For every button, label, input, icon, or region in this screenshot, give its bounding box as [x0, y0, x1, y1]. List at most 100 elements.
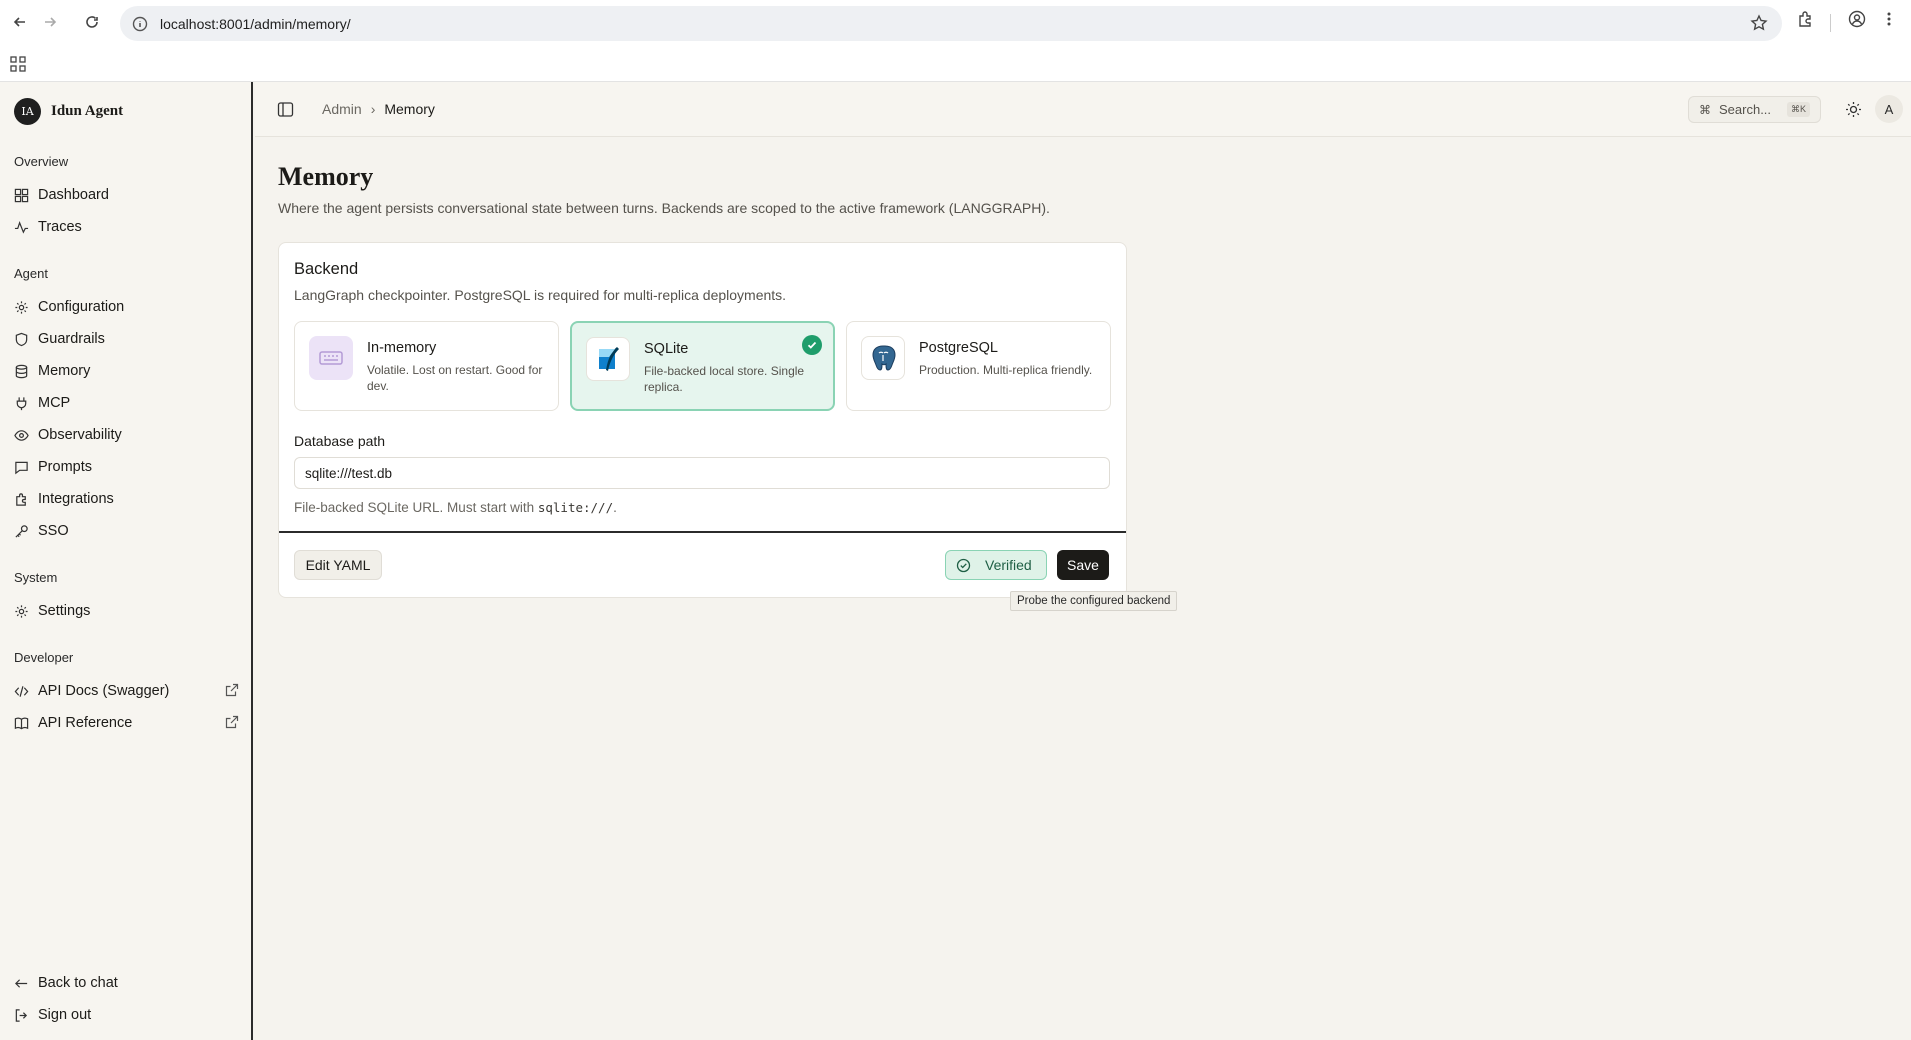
- sidebar-item-sso[interactable]: SSO: [14, 518, 239, 544]
- forward-arrow-icon[interactable]: [38, 10, 62, 34]
- database-path-help: File-backed SQLite URL. Must start with …: [294, 500, 617, 515]
- sidebar-item-label: API Reference: [38, 715, 133, 731]
- extensions-icon[interactable]: [1796, 10, 1814, 28]
- option-title: In-memory: [367, 340, 437, 356]
- sidebar-item-prompts[interactable]: Prompts: [14, 454, 239, 480]
- option-title: PostgreSQL: [919, 340, 998, 356]
- arrow-left-icon: [15, 978, 28, 988]
- address-bar[interactable]: localhost:8001/admin/memory/: [120, 6, 1782, 41]
- breadcrumb-current: Memory: [384, 101, 435, 117]
- back-arrow-icon[interactable]: [8, 10, 32, 34]
- option-description: Volatile. Lost on restart. Good for dev.: [367, 363, 543, 393]
- check-circle-icon: [956, 558, 971, 572]
- sidebar-item-api-reference[interactable]: API Reference: [14, 710, 239, 736]
- breadcrumb-admin[interactable]: Admin: [322, 101, 362, 117]
- message-icon: [15, 461, 28, 474]
- search-button[interactable]: ⌘ Search... ⌘K: [1688, 96, 1821, 123]
- toolbar-divider: [1830, 14, 1831, 32]
- option-in-memory[interactable]: In-memory Volatile. Lost on restart. Goo…: [294, 321, 559, 411]
- apps-grid-icon[interactable]: [10, 56, 26, 72]
- postgresql-logo-icon: [861, 336, 905, 380]
- profile-icon[interactable]: [1848, 10, 1866, 28]
- external-link-icon: [225, 683, 239, 697]
- url-text[interactable]: localhost:8001/admin/memory/: [160, 16, 351, 32]
- memory-chip-icon: [309, 336, 353, 380]
- back-to-chat-label: Back to chat: [38, 975, 118, 991]
- eye-icon: [14, 429, 29, 441]
- sidebar-item-traces[interactable]: Traces: [14, 214, 239, 240]
- card-footer-divider: [279, 531, 1126, 533]
- sidebar-item-integrations[interactable]: Integrations: [14, 486, 239, 512]
- sidebar-item-label: Dashboard: [38, 187, 109, 203]
- sun-icon[interactable]: [1845, 101, 1862, 118]
- breadcrumb: Admin › Memory: [322, 101, 435, 117]
- sidebar-item-guardrails[interactable]: Guardrails: [14, 326, 239, 352]
- plug-icon: [16, 396, 27, 410]
- sqlite-logo-icon: [586, 337, 630, 381]
- puzzle-icon: [16, 492, 26, 506]
- verified-label: Verified: [985, 557, 1032, 573]
- sidebar-item-label: Guardrails: [38, 331, 105, 347]
- search-label: Search...: [1719, 102, 1772, 117]
- reload-icon[interactable]: [80, 10, 104, 34]
- sign-out-icon: [15, 1008, 28, 1022]
- option-description: File-backed local store. Single replica.: [644, 364, 805, 394]
- topbar: Admin › Memory ⌘ Search... ⌘K A: [255, 82, 1911, 137]
- sidebar-item-label: API Docs (Swagger): [38, 683, 170, 699]
- brand[interactable]: IA Idun Agent: [14, 98, 123, 125]
- sidebar: IA Idun Agent Overview Dashboard Traces …: [0, 82, 253, 1040]
- browser-menu-icon[interactable]: [1886, 10, 1892, 28]
- section-overview: Overview: [14, 154, 69, 169]
- browser-toolbar: localhost:8001/admin/memory/: [0, 0, 1911, 48]
- gear-icon: [15, 604, 28, 618]
- activity-icon: [14, 220, 29, 234]
- sidebar-toggle-icon[interactable]: [277, 101, 294, 118]
- sidebar-item-label: Memory: [38, 363, 91, 379]
- probe-tooltip: Probe the configured backend: [1010, 591, 1178, 611]
- sidebar-item-observability[interactable]: Observability: [14, 422, 239, 448]
- sidebar-item-label: SSO: [38, 523, 69, 539]
- section-system: System: [14, 570, 58, 585]
- site-info-icon[interactable]: [132, 16, 148, 32]
- key-icon: [15, 524, 28, 538]
- section-agent: Agent: [14, 266, 48, 281]
- sidebar-item-mcp[interactable]: MCP: [14, 390, 239, 416]
- help-suffix: .: [613, 500, 617, 515]
- option-description: Production. Multi-replica friendly.: [919, 363, 1093, 377]
- section-developer: Developer: [14, 650, 74, 665]
- code-icon: [14, 685, 29, 697]
- back-to-chat-link[interactable]: Back to chat: [14, 970, 239, 996]
- backend-description: LangGraph checkpointer. PostgreSQL is re…: [294, 287, 787, 303]
- sidebar-item-label: Observability: [38, 427, 122, 443]
- page-title: Memory: [278, 162, 374, 191]
- user-avatar[interactable]: A: [1875, 95, 1903, 123]
- option-title: SQLite: [644, 341, 689, 357]
- sidebar-item-dashboard[interactable]: Dashboard: [14, 182, 239, 208]
- verified-button[interactable]: Verified: [945, 550, 1047, 580]
- command-icon: ⌘: [1699, 102, 1711, 117]
- search-shortcut: ⌘K: [1787, 102, 1811, 117]
- brand-name: Idun Agent: [51, 103, 124, 119]
- database-path-input[interactable]: [294, 457, 1110, 489]
- selected-check-icon: [802, 335, 822, 355]
- page-header: Memory Where the agent persists conversa…: [278, 162, 1878, 216]
- sidebar-item-label: MCP: [38, 395, 71, 411]
- gear-icon: [15, 300, 28, 314]
- option-sqlite[interactable]: SQLite File-backed local store. Single r…: [570, 321, 835, 411]
- edit-yaml-button[interactable]: Edit YAML: [294, 550, 382, 580]
- sidebar-item-memory[interactable]: Memory: [14, 358, 239, 384]
- sidebar-item-label: Integrations: [38, 491, 114, 507]
- sidebar-item-api-docs[interactable]: API Docs (Swagger): [14, 678, 239, 704]
- sidebar-item-configuration[interactable]: Configuration: [14, 294, 239, 320]
- sidebar-item-label: Traces: [38, 219, 82, 235]
- sign-out-link[interactable]: Sign out: [14, 1002, 239, 1028]
- option-postgresql[interactable]: PostgreSQL Production. Multi-replica fri…: [846, 321, 1111, 411]
- shield-icon: [15, 332, 28, 346]
- chevron-right-icon: ›: [370, 101, 376, 117]
- brand-avatar: IA: [14, 98, 41, 125]
- bookmark-star-icon[interactable]: [1750, 14, 1768, 32]
- sidebar-item-settings[interactable]: Settings: [14, 598, 239, 624]
- save-button[interactable]: Save: [1057, 550, 1109, 580]
- sidebar-item-label: Settings: [38, 603, 91, 619]
- sidebar-item-label: Prompts: [38, 459, 92, 475]
